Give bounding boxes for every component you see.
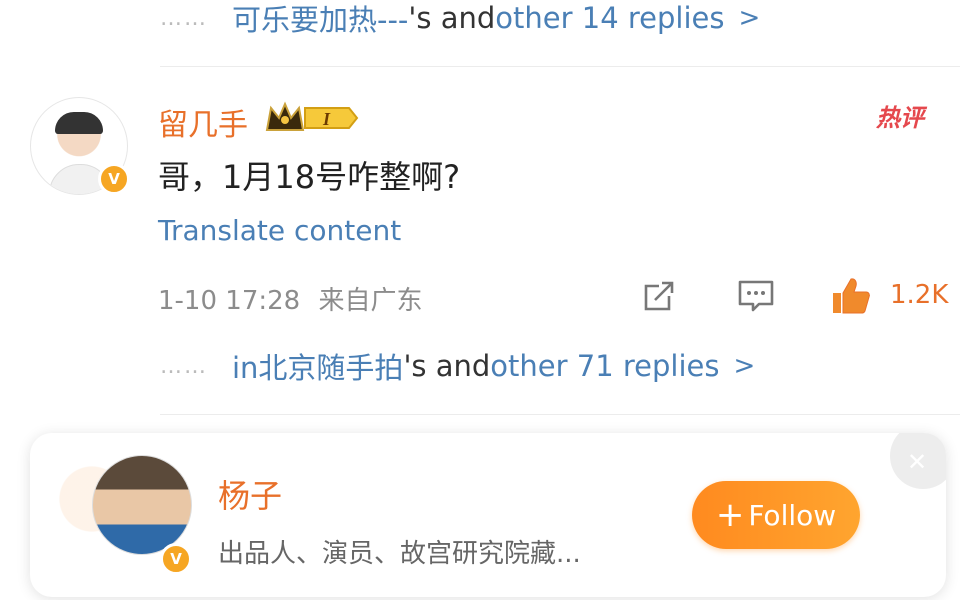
thread-dots: …… <box>160 5 208 31</box>
suggested-user-name[interactable]: 杨子 <box>218 471 282 517</box>
verified-badge-icon: V <box>98 163 130 195</box>
avatar-hair-shape <box>55 112 103 134</box>
like-count: 1.2K <box>890 280 949 310</box>
divider <box>160 414 960 415</box>
verified-badge-icon: V <box>160 543 192 575</box>
comment-source: 来自广东 <box>318 286 423 316</box>
close-card-button[interactable]: ✕ <box>890 433 946 489</box>
thread-count-text: other 71 replies <box>490 349 720 383</box>
divider <box>160 66 960 67</box>
thread-user: in北京随手拍 <box>232 351 404 385</box>
follow-button-label: Follow <box>748 498 837 532</box>
like-button[interactable] <box>830 276 872 320</box>
thread-count-text: other 14 replies <box>495 1 725 35</box>
level-text: I <box>322 109 331 129</box>
plus-icon: + <box>715 495 745 535</box>
reply-thread-link-1[interactable]: …… 可乐要加热--- 's and other 14 replies > <box>160 0 761 37</box>
comment-text: 哥，1月18号咋整啊? <box>158 158 461 196</box>
crown-level-badge-icon: I <box>265 100 361 140</box>
comment-timestamp: 1-10 17:28 <box>158 286 301 316</box>
comment-button[interactable] <box>737 278 775 318</box>
follow-button[interactable]: + Follow <box>692 481 860 549</box>
thread-dots: …… <box>160 353 208 379</box>
share-icon <box>644 281 674 311</box>
commenter-username[interactable]: 留几手 <box>158 100 248 144</box>
chevron-right-icon: > <box>738 3 761 33</box>
comment-icon <box>738 280 774 312</box>
crown-badge-svg: I <box>265 101 359 131</box>
reply-thread-link-2[interactable]: …… in北京随手拍 's and other 71 replies > <box>160 346 755 386</box>
share-button[interactable] <box>641 278 677 318</box>
hot-comment-badge: 热评 <box>876 104 924 132</box>
translate-link[interactable]: Translate content <box>158 214 401 247</box>
follow-suggestion-card: ✕ V 杨子 出品人、演员、故宫研究院藏... + Follow <box>30 433 946 597</box>
thread-mid-text: 's and <box>403 349 491 383</box>
comment-meta: 1-10 17:28 来自广东 <box>158 280 422 317</box>
suggested-user-bio: 出品人、演员、故宫研究院藏... <box>218 539 581 569</box>
thread-user: 可乐要加热--- <box>232 3 409 37</box>
thread-mid-text: 's and <box>408 1 496 35</box>
chevron-right-icon: > <box>733 351 756 381</box>
like-icon <box>833 278 870 314</box>
close-icon: ✕ <box>906 448 928 476</box>
suggested-user-avatar[interactable] <box>92 455 192 555</box>
